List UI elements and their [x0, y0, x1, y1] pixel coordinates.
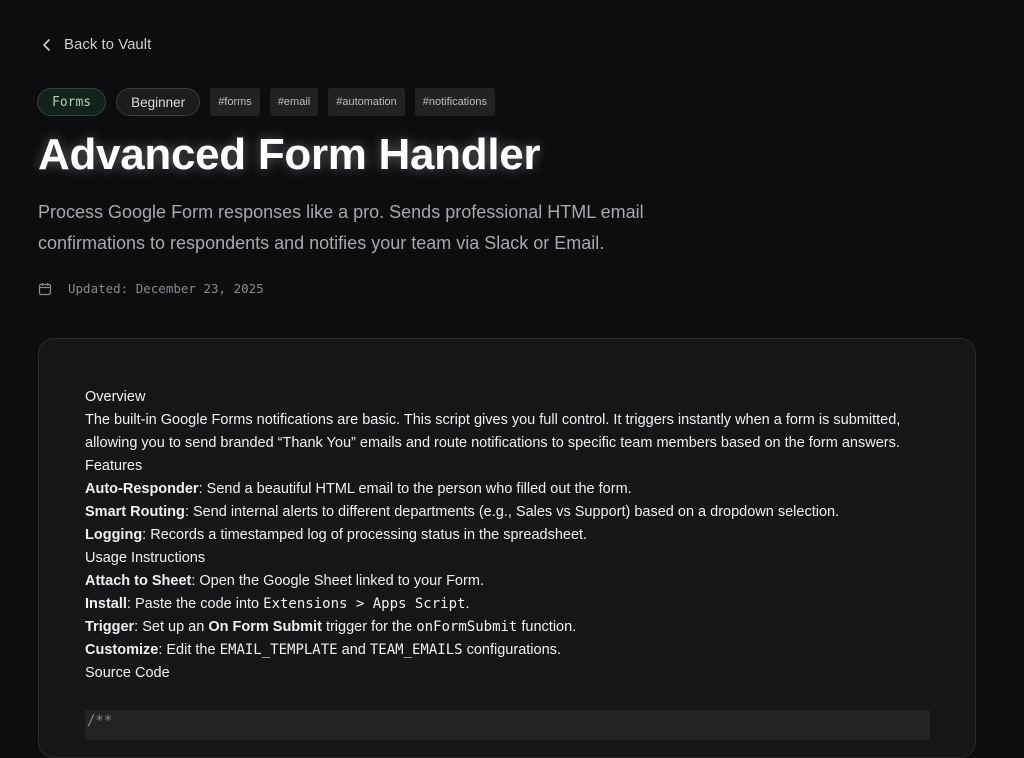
step-text: : Set up an: [134, 619, 209, 635]
step-install: Install: Paste the code into Extensions …: [85, 593, 945, 616]
step-text: trigger for the: [321, 619, 417, 635]
page-description: Process Google Form responses like a pro…: [38, 202, 644, 253]
tag-row: Forms Beginner #forms #email #automation…: [37, 88, 495, 116]
back-label: Back to Vault: [64, 36, 152, 53]
source-code-heading: Source Code: [85, 665, 170, 681]
level-badge[interactable]: Beginner: [116, 88, 201, 116]
hashtag-forms[interactable]: #forms: [210, 88, 260, 116]
step-text: : Paste the code into: [126, 596, 264, 612]
feature-label: Smart Routing: [85, 504, 185, 520]
calendar-icon: [38, 282, 52, 295]
step-text: and: [337, 642, 370, 658]
chevron-left-icon: [43, 38, 50, 51]
inline-code: EMAIL_TEMPLATE: [219, 642, 338, 658]
inline-code: Extensions > Apps Script: [263, 596, 466, 612]
step-text-end: .: [465, 596, 470, 612]
article-content: Overview The built-in Google Forms notif…: [85, 386, 945, 685]
updated-date: Updated: December 23, 2025: [38, 281, 264, 296]
hashtag-email[interactable]: #email: [269, 88, 319, 116]
source-code-block[interactable]: /**: [85, 710, 930, 740]
step-label: Trigger: [85, 619, 135, 635]
hashtag-notifications[interactable]: #notifications: [414, 88, 495, 116]
step-customize: Customize: Edit the EMAIL_TEMPLATE and T…: [85, 639, 945, 662]
usage-heading: Usage Instructions: [85, 550, 206, 566]
overview-heading: Overview: [85, 389, 146, 405]
step-trigger: Trigger: Set up an On Form Submit trigge…: [85, 616, 945, 639]
step-emphasis: On Form Submit: [208, 619, 322, 635]
step-label: Customize: [85, 642, 159, 658]
features-heading: Features: [85, 458, 143, 474]
overview-text: The built-in Google Forms notifications …: [85, 412, 901, 451]
code-line: /**: [87, 713, 113, 729]
back-to-vault-link[interactable]: Back to Vault: [40, 36, 151, 53]
feature-label: Logging: [85, 527, 143, 543]
category-badge[interactable]: Forms: [37, 88, 107, 116]
inline-code: onFormSubmit: [416, 619, 518, 635]
step-attach: Attach to Sheet: Open the Google Sheet l…: [85, 570, 945, 593]
feature-item: Smart Routing: Send internal alerts to d…: [85, 501, 945, 524]
step-text-end: configurations.: [462, 642, 561, 658]
hashtag-automation[interactable]: #automation: [328, 88, 405, 116]
step-label: Install: [85, 596, 127, 612]
inline-code: TEAM_EMAILS: [369, 642, 463, 658]
step-label: Attach to Sheet: [85, 573, 192, 589]
step-text-end: function.: [517, 619, 577, 635]
feature-item: Auto-Responder: Send a beautiful HTML em…: [85, 478, 945, 501]
updated-text: Updated: December 23, 2025: [68, 281, 264, 296]
page-title: Advanced Form Handler: [38, 130, 541, 179]
feature-text: : Records a timestamped log of processin…: [142, 527, 588, 543]
feature-text: : Send internal alerts to different depa…: [184, 504, 840, 520]
feature-label: Auto-Responder: [85, 481, 199, 497]
feature-text: : Send a beautiful HTML email to the per…: [198, 481, 632, 497]
step-text: : Edit the: [158, 642, 220, 658]
step-text: : Open the Google Sheet linked to your F…: [191, 573, 484, 589]
feature-item: Logging: Records a timestamped log of pr…: [85, 524, 945, 547]
